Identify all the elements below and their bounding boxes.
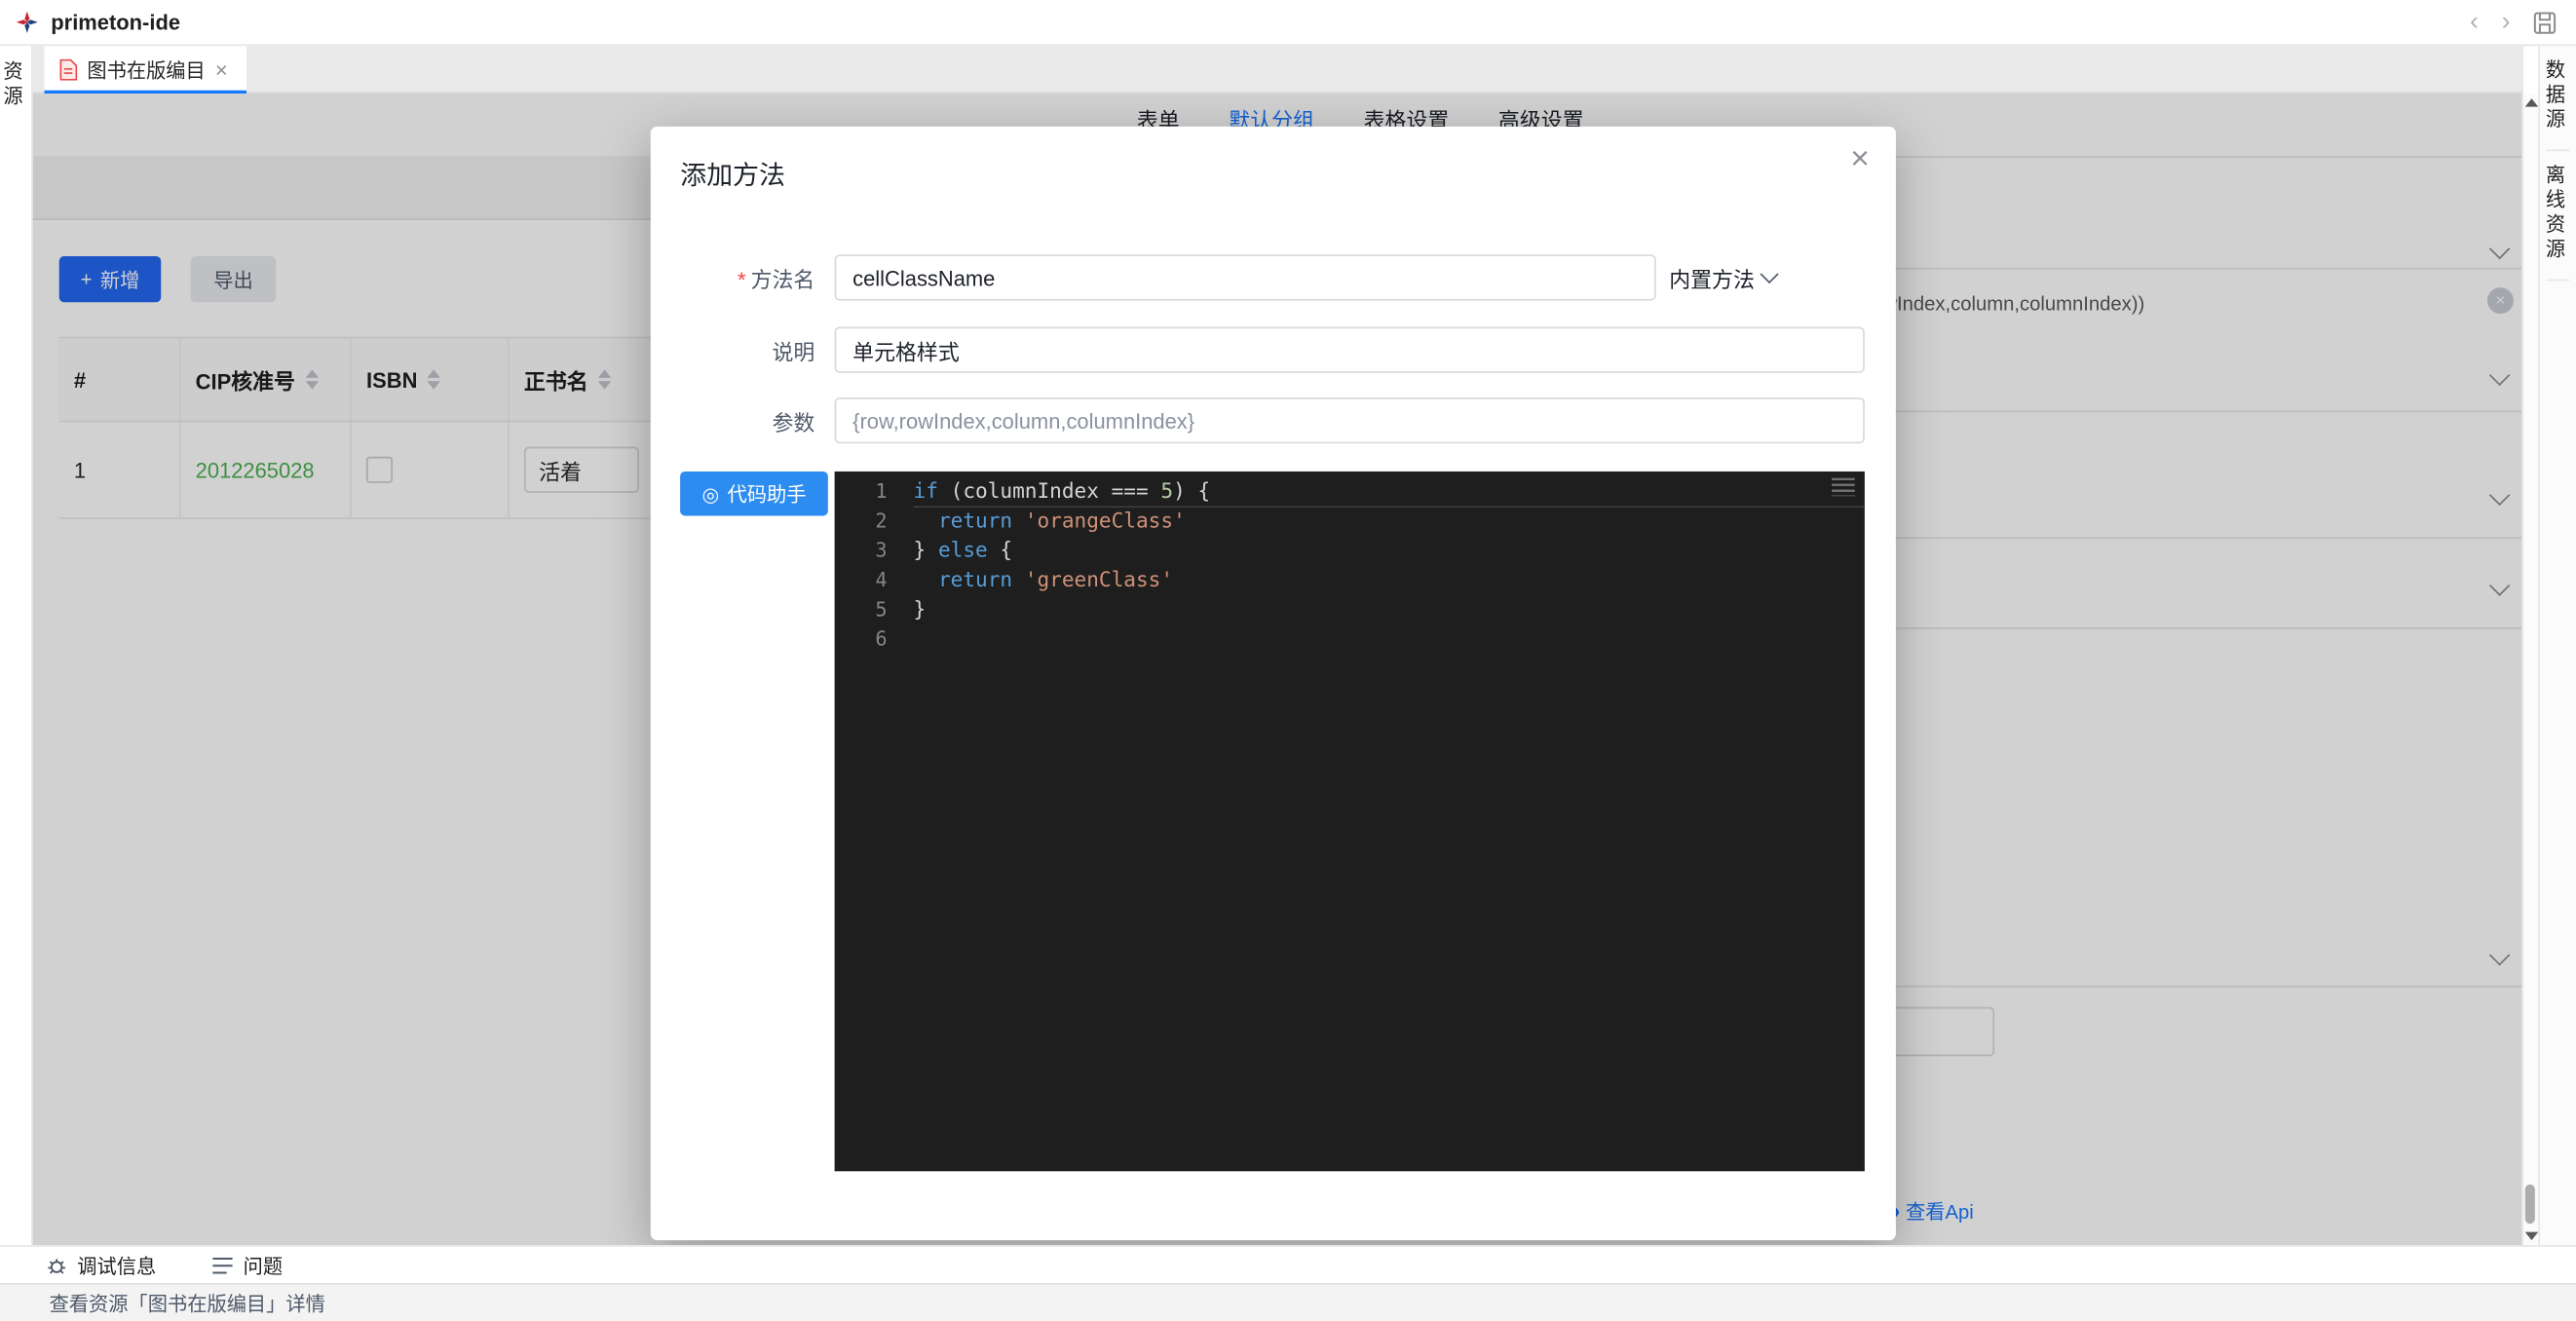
left-rail: 资源 [0, 46, 33, 1245]
method-name-label: *方法名 [680, 262, 814, 293]
debug-info-item[interactable]: 调试信息 [46, 1251, 156, 1279]
save-icon[interactable] [2533, 12, 2557, 35]
dialog-title: 添加方法 [680, 153, 785, 192]
tab-close-icon[interactable]: × [212, 57, 232, 81]
builtin-method-label: 内置方法 [1669, 262, 1755, 293]
assistant-label: 代码助手 [728, 479, 807, 508]
code-line: return 'orangeClass' [914, 506, 1865, 535]
required-mark: * [738, 267, 746, 291]
line-number: 6 [835, 624, 914, 654]
params-label: 参数 [680, 405, 814, 436]
line-number: 5 [835, 594, 914, 623]
app-logo-icon [15, 10, 39, 34]
title-bar: primeton-ide ‹ › [0, 0, 2576, 46]
code-line: return 'greenClass' [914, 565, 1865, 594]
line-number-gutter: 123456 [835, 472, 914, 1171]
code-assistant-button[interactable]: ◎ 代码助手 [680, 472, 828, 516]
scroll-up-icon[interactable] [2525, 98, 2538, 106]
app-title: primeton-ide [51, 10, 180, 34]
description-label: 说明 [680, 334, 814, 365]
minimap-icon[interactable] [1832, 478, 1855, 497]
code-line: } [914, 594, 1865, 623]
status-text: 查看资源「图书在版编目」详情 [50, 1289, 325, 1317]
problems-label: 问题 [244, 1251, 283, 1279]
builtin-method-dropdown[interactable]: 内置方法 [1669, 254, 1776, 300]
debug-info-label: 调试信息 [77, 1251, 156, 1279]
nav-forward-icon[interactable]: › [2502, 0, 2511, 46]
left-rail-item-resources[interactable]: 资源 [4, 60, 27, 110]
list-icon [212, 1256, 234, 1274]
tab-label: 图书在版编目 [87, 55, 205, 83]
line-number: 2 [835, 506, 914, 535]
code-line: if (columnIndex === 5) { [914, 476, 1865, 506]
line-number: 3 [835, 536, 914, 565]
bug-icon [46, 1254, 67, 1275]
line-number: 1 [835, 476, 914, 506]
status-bar: 查看资源「图书在版编目」详情 [0, 1283, 2576, 1321]
chevron-down-icon [1761, 265, 1779, 283]
line-number: 4 [835, 565, 914, 594]
bottom-tool-bar: 调试信息 问题 [0, 1245, 2576, 1283]
method-name-input[interactable] [835, 254, 1656, 300]
add-method-dialog: 添加方法 × *方法名 内置方法 说明 参数 ◎ 代码助手 123456 if … [651, 127, 1896, 1240]
code-line: } else { [914, 536, 1865, 565]
tab-strip: 图书在版编目 × [33, 46, 2523, 94]
description-input[interactable] [835, 327, 1865, 373]
assistant-icon: ◎ [701, 482, 719, 506]
document-icon [59, 58, 78, 80]
app-window: primeton-ide ‹ › 资源 数据源离线资源 图 [0, 0, 2576, 1321]
code-editor[interactable]: 123456 if (columnIndex === 5) { return '… [835, 472, 1865, 1171]
problems-item[interactable]: 问题 [212, 1251, 284, 1279]
scroll-down-icon[interactable] [2525, 1232, 2538, 1240]
scrollbar-thumb[interactable] [2525, 1185, 2535, 1224]
nav-back-icon[interactable]: ‹ [2470, 0, 2479, 46]
code-line [914, 624, 1865, 654]
code-area[interactable]: if (columnIndex === 5) { return 'orangeC… [914, 472, 1865, 1171]
tab-book-cip[interactable]: 图书在版编目 × [45, 46, 246, 92]
right-rail-item-1[interactable]: 数据源 [2547, 59, 2570, 151]
params-input[interactable] [835, 397, 1865, 443]
right-rail-item-2[interactable]: 离线资源 [2547, 165, 2570, 282]
vertical-scrollbar[interactable] [2521, 94, 2538, 1245]
dialog-close-icon[interactable]: × [1850, 143, 1870, 176]
right-rail: 数据源离线资源 [2538, 46, 2576, 1245]
